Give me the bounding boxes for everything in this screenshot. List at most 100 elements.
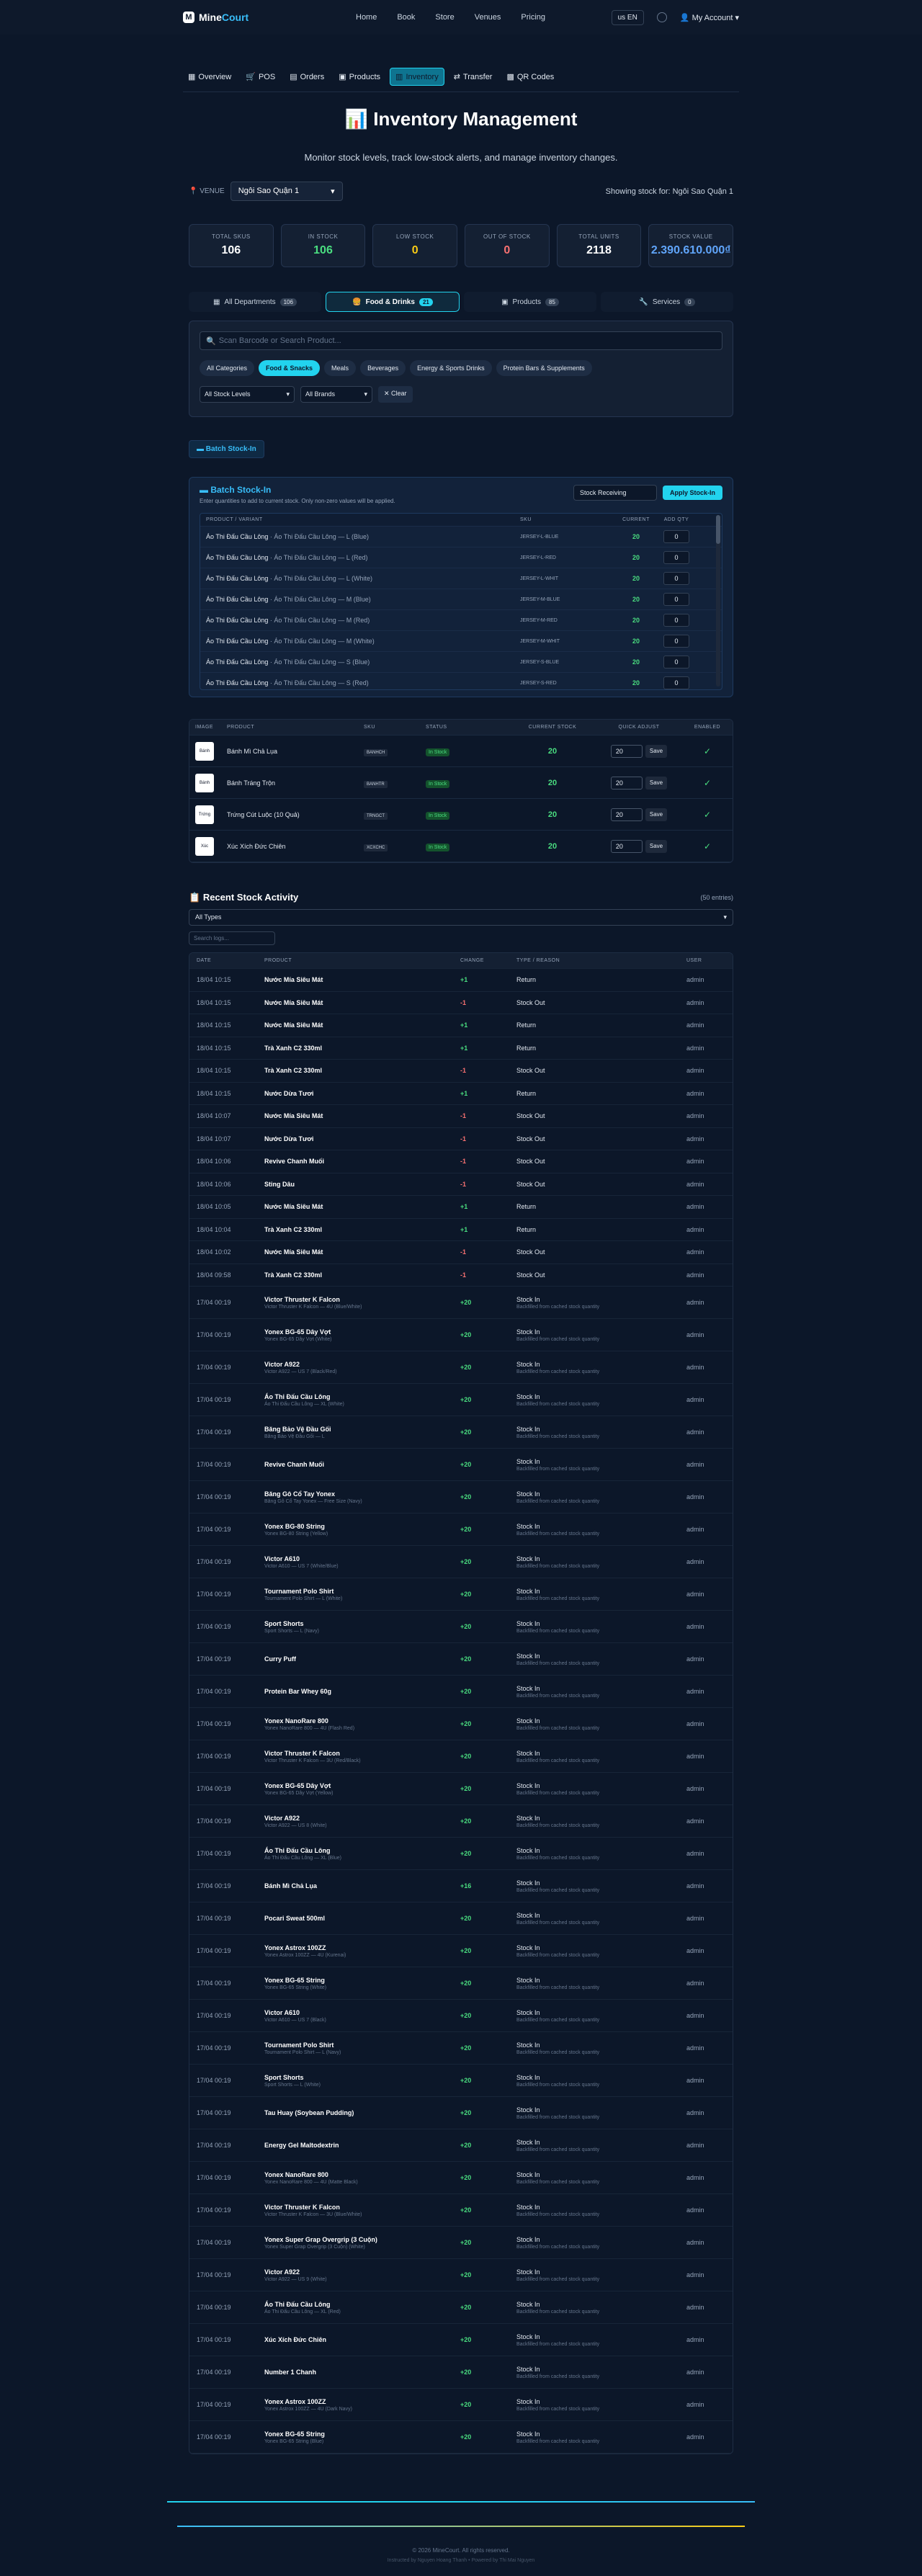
add-qty-input[interactable]: 0 — [663, 530, 689, 543]
language-selector[interactable]: us EN — [611, 9, 644, 25]
apply-stock-in-button[interactable]: Apply Stock-In — [662, 486, 722, 500]
log-change: +20 — [460, 2336, 472, 2343]
tab-qr-codes[interactable]: ▩ QR Codes — [501, 68, 559, 86]
category-chip-active[interactable]: Food & Snacks — [259, 360, 321, 376]
nav-venues[interactable]: Venues — [475, 13, 501, 22]
category-chip[interactable]: Protein Bars & Supplements — [496, 360, 592, 376]
check-icon[interactable]: ✓ — [704, 778, 711, 788]
reason-label: Backfilled from cached stock quantity — [516, 1693, 600, 1699]
batch-row: Áo Thi Đấu Cầu Lông · Áo Thi Đấu Cầu Lôn… — [200, 568, 722, 589]
activity-type-select[interactable]: All Types ▾ — [189, 909, 733, 926]
venue-select[interactable]: Ngôi Sao Quận 1 ▾ — [230, 182, 343, 201]
save-button[interactable]: Save — [645, 776, 668, 790]
transfer-icon: ⇄ — [453, 73, 460, 81]
batch-table-header: PRODUCT / VARIANT SKU CURRENT ADD QTY — [200, 514, 722, 527]
nav-pricing[interactable]: Pricing — [521, 13, 545, 22]
product-search-input[interactable]: 🔍 Scan Barcode or Search Product... — [200, 331, 722, 350]
log-type: Stock In Backfilled from cached stock qua… — [516, 1555, 686, 1569]
log-product: Áo Thi Đấu Cầu Lông Áo Thi Đấu Cầu Lông —… — [264, 2301, 460, 2315]
type-label: Stock Out — [516, 1248, 545, 1256]
category-chip[interactable]: Energy & Sports Drinks — [410, 360, 492, 376]
dept-tab-products[interactable]: ▣ Products 85 — [464, 292, 596, 312]
type-label: Stock In — [516, 2268, 540, 2276]
tab-orders[interactable]: ▤ Orders — [285, 68, 329, 86]
log-change: -1 — [460, 998, 467, 1006]
batch-product-cell: Áo Thi Đấu Cầu Lông · Áo Thi Đấu Cầu Lôn… — [200, 533, 520, 540]
account-menu[interactable]: 👤 My Account ▾ — [680, 13, 739, 22]
log-type: Return — [516, 1090, 686, 1097]
tab-pos[interactable]: 🛒 POS — [241, 68, 280, 86]
log-product: Yonex BG-65 String Yonex BG-65 String (Bl… — [264, 2430, 460, 2444]
type-label: Return — [516, 1225, 537, 1233]
dept-tab-services[interactable]: 🔧 Services 0 — [601, 292, 733, 312]
batch-mode-select[interactable]: Stock Receiving — [573, 485, 657, 501]
variant-name: Yonex NanoRare 800 — 4U (Matte Black) — [264, 2179, 358, 2185]
scroll-thumb[interactable] — [716, 515, 720, 544]
add-qty-cell: 0 — [654, 635, 699, 648]
theme-toggle-icon[interactable] — [656, 12, 667, 22]
nav-book[interactable]: Book — [397, 13, 415, 22]
clear-filters-button[interactable]: ✕ Clear — [378, 386, 413, 403]
log-product: Trà Xanh C2 330ml — [264, 1067, 460, 1074]
tab-overview[interactable]: ▦ Overview — [183, 68, 236, 86]
adjust-qty-input[interactable]: 20 — [610, 744, 643, 758]
log-user: admin — [686, 2077, 704, 2084]
tab-inventory[interactable]: ▥ Inventory — [390, 68, 444, 86]
col-header: TYPE / REASON — [516, 958, 560, 963]
adjust-qty-input[interactable]: 20 — [610, 776, 643, 790]
dept-tab-all[interactable]: ▦ All Departments 106 — [189, 292, 321, 312]
add-qty-input[interactable]: 0 — [663, 614, 689, 627]
add-qty-input[interactable]: 0 — [663, 572, 689, 585]
batch-stock-in-toggle[interactable]: ▬ Batch Stock-In — [189, 440, 264, 458]
log-date: 17/04 00:19 — [197, 1720, 231, 1727]
activity-row: 17/04 00:19 Yonex BG-65 Dây Vợt Yonex BG-6… — [189, 1319, 733, 1351]
log-change: +1 — [460, 1089, 468, 1097]
dept-tab-food[interactable]: 🍔 Food & Drinks 21 — [326, 292, 460, 312]
variant-name: Victor A922 — US 8 (White) — [264, 1823, 327, 1828]
variant-name: Băng Gô Cổ Tay Yonex — Free Size (Navy) — [264, 1498, 362, 1504]
save-button[interactable]: Save — [645, 808, 668, 821]
stat-out-of-stock: OUT OF STOCK 0 — [465, 224, 550, 267]
tab-transfer[interactable]: ⇄ Transfer — [449, 68, 498, 86]
log-type: Stock In Backfilled from cached stock qua… — [516, 2139, 686, 2152]
save-button[interactable]: Save — [645, 839, 668, 853]
col-header: IMAGE — [195, 725, 214, 730]
enabled-cell: ✓ — [682, 810, 733, 820]
log-type: Return — [516, 1045, 686, 1052]
stat-label: TOTAL SKUS — [211, 233, 251, 240]
add-qty-input[interactable]: 0 — [663, 551, 689, 564]
current-stock: 20 — [632, 596, 640, 603]
add-qty-input[interactable]: 0 — [663, 593, 689, 606]
log-product: Victor Thruster K Falcon Victor Thruster … — [264, 1296, 460, 1310]
log-type: Stock In Backfilled from cached stock qua… — [516, 1653, 686, 1666]
type-label: Return — [516, 1203, 537, 1211]
log-user: admin — [686, 1089, 704, 1097]
add-qty-input[interactable]: 0 — [663, 676, 689, 689]
category-chip[interactable]: Meals — [324, 360, 357, 376]
add-qty-input[interactable]: 0 — [663, 635, 689, 648]
check-icon[interactable]: ✓ — [704, 810, 711, 820]
product-row: Bánh Bánh Tráng Trộn BANHTR In Stock 20 20 Sav… — [189, 767, 733, 799]
add-qty-input[interactable]: 0 — [663, 656, 689, 668]
check-icon[interactable]: ✓ — [704, 841, 711, 851]
category-chip[interactable]: Beverages — [360, 360, 406, 376]
type-label: Stock In — [516, 1457, 540, 1465]
status-cell: In Stock — [426, 779, 509, 788]
stock-level-select[interactable]: All Stock Levels ▾ — [200, 386, 295, 403]
log-date: 17/04 00:19 — [197, 1331, 231, 1338]
adjust-qty-input[interactable]: 20 — [610, 839, 643, 853]
tabs-divider — [183, 91, 739, 92]
logo[interactable]: M Mine Court — [183, 12, 341, 23]
category-chip[interactable]: All Categories — [200, 360, 255, 376]
footer-credit: Instructed by Nguyen Hoang Thanh • Power… — [387, 2558, 535, 2563]
activity-search-input[interactable]: Search logs... — [189, 931, 275, 945]
brand-select[interactable]: All Brands ▾ — [300, 386, 372, 403]
batch-scrollbar[interactable] — [716, 515, 720, 687]
save-button[interactable]: Save — [645, 744, 668, 758]
check-icon[interactable]: ✓ — [704, 746, 711, 756]
nav-store[interactable]: Store — [435, 13, 454, 22]
reason-label: Backfilled from cached stock quantity — [516, 1952, 600, 1958]
nav-home[interactable]: Home — [356, 13, 377, 22]
adjust-qty-input[interactable]: 20 — [610, 808, 643, 821]
tab-products[interactable]: ▣ Products — [334, 68, 385, 86]
